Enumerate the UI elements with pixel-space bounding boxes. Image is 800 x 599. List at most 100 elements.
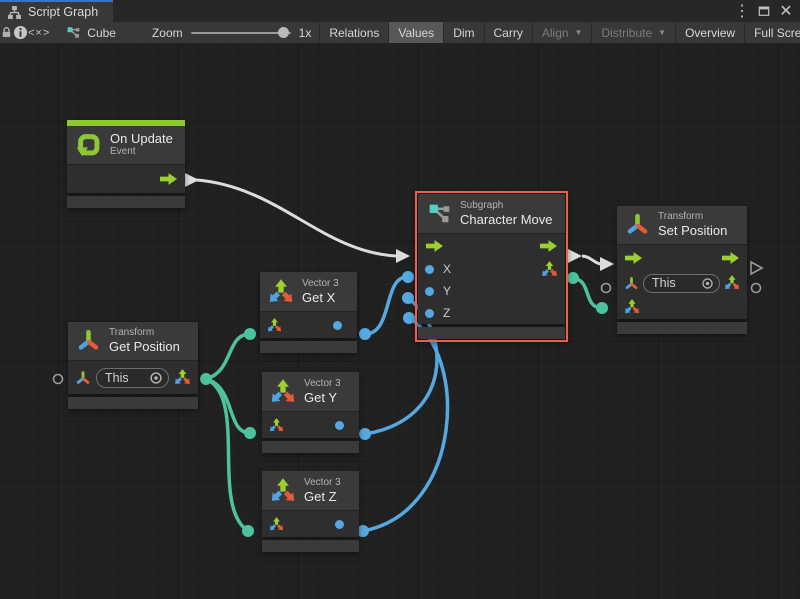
- node-title: On Update: [110, 131, 173, 146]
- node-subtitle: Vector 3: [304, 378, 341, 390]
- subgraph-icon: [427, 201, 452, 226]
- wire-arrowhead: [396, 249, 410, 263]
- value-input-port-y[interactable]: [425, 287, 434, 296]
- graph-hierarchy-icon: [7, 5, 22, 20]
- value-input-port-x[interactable]: [425, 265, 434, 274]
- transform-icon: [625, 212, 650, 237]
- node-title: Set Position: [658, 223, 727, 238]
- unconnected-port-getposition-this[interactable]: [54, 375, 63, 384]
- node-on-update[interactable]: On Update Event: [67, 120, 185, 208]
- vector3-output-port-icon[interactable]: [541, 261, 558, 278]
- target-picker-icon: [701, 277, 714, 290]
- zoom-label: Zoom: [152, 26, 183, 40]
- wire-arrowhead: [185, 173, 199, 187]
- wire-getx-to-x[interactable]: [365, 277, 407, 334]
- graph-canvas[interactable]: On Update Event Tr: [0, 44, 800, 599]
- info-icon[interactable]: [13, 22, 28, 43]
- wire-charactermove-to-setposition[interactable]: [582, 256, 601, 264]
- vector3-icon: [268, 279, 294, 305]
- unconnected-port-setposition-this[interactable]: [602, 284, 611, 293]
- node-subtitle: Transform: [658, 211, 727, 223]
- wire-arrowhead: [600, 257, 614, 271]
- wire-getposition-to-getx[interactable]: [206, 334, 250, 379]
- tab-bar: Script Graph ⋮ ✕: [0, 0, 800, 22]
- vector3-output-port-icon[interactable]: [174, 369, 191, 386]
- value-output-port[interactable]: [335, 421, 344, 430]
- value-input-port-z[interactable]: [425, 309, 434, 318]
- flow-output-port[interactable]: [539, 239, 558, 253]
- node-title: Get Y: [304, 390, 341, 405]
- wire-onupdate-to-charactermove[interactable]: [196, 180, 396, 256]
- flow-output-port[interactable]: [721, 251, 740, 265]
- vector3-input-port-icon[interactable]: [269, 418, 284, 433]
- node-footer: [67, 196, 185, 208]
- chevron-down-icon: ▼: [575, 28, 583, 37]
- transform-input-port-icon[interactable]: [624, 276, 639, 291]
- node-footer: [262, 441, 359, 453]
- distribute-dropdown[interactable]: Distribute▼: [591, 22, 675, 43]
- fullscreen-button[interactable]: Full Screen: [744, 22, 800, 43]
- node-footer: [617, 322, 747, 334]
- dim-button[interactable]: Dim: [443, 22, 483, 43]
- vector3-icon: [270, 478, 296, 504]
- window-menu-button[interactable]: ⋮: [733, 2, 751, 20]
- this-target-field[interactable]: This: [643, 274, 720, 293]
- target-picker-icon: [149, 371, 163, 385]
- vector3-output-port-icon[interactable]: [724, 275, 740, 291]
- vector3-icon: [270, 379, 296, 405]
- graph-target-name[interactable]: Cube: [87, 22, 116, 43]
- unconnected-port-setposition-value[interactable]: [752, 284, 761, 293]
- port-label-y: Y: [443, 284, 451, 298]
- transform-icon: [76, 328, 101, 353]
- node-get-y[interactable]: Vector 3 Get Y: [262, 372, 359, 453]
- vector3-input-port-icon[interactable]: [267, 318, 282, 333]
- code-view-icon[interactable]: <×>: [28, 22, 50, 43]
- node-subtitle: Vector 3: [304, 477, 341, 489]
- node-title: Get X: [302, 290, 339, 305]
- values-button[interactable]: Values: [388, 22, 443, 43]
- flow-input-port[interactable]: [624, 251, 643, 265]
- on-update-event-icon: [75, 131, 102, 158]
- zoom-value: 1x: [299, 26, 312, 40]
- value-output-port[interactable]: [333, 321, 342, 330]
- vector3-input-port-icon[interactable]: [624, 299, 640, 315]
- zoom-slider-handle[interactable]: [278, 27, 289, 38]
- tab-script-graph[interactable]: Script Graph: [0, 0, 113, 22]
- carry-button[interactable]: Carry: [484, 22, 532, 43]
- node-get-x[interactable]: Vector 3 Get X: [260, 272, 357, 353]
- relations-button[interactable]: Relations: [319, 22, 388, 43]
- node-character-move[interactable]: Subgraph Character Move X: [418, 194, 565, 339]
- node-subtitle: Event: [110, 146, 173, 158]
- node-footer: [260, 341, 357, 353]
- flow-output-port[interactable]: [159, 172, 178, 186]
- wire-charactermove-to-setposition-value[interactable]: [573, 278, 601, 308]
- tabbar-spacer: [113, 0, 733, 22]
- node-title: Get Position: [109, 339, 180, 354]
- transform-input-port-icon[interactable]: [75, 370, 91, 386]
- wire-getz-to-z[interactable]: [363, 318, 447, 531]
- node-get-position[interactable]: Transform Get Position This: [68, 322, 198, 409]
- overview-button[interactable]: Overview: [675, 22, 744, 43]
- unconnected-flow-port-setposition-out[interactable]: [751, 262, 762, 274]
- script-graph-window: Script Graph ⋮ ✕ <×>: [0, 0, 800, 599]
- node-footer: [68, 397, 198, 409]
- graph-target-icon: [50, 22, 87, 43]
- graph-toolbar: <×> Cube Zoom 1x Relations Values Dim Ca…: [0, 22, 800, 44]
- vector3-input-port-icon[interactable]: [269, 517, 284, 532]
- port-label-x: X: [443, 262, 451, 276]
- tab-title: Script Graph: [28, 5, 98, 19]
- node-set-position[interactable]: Transform Set Position: [617, 206, 747, 334]
- window-maximize-button[interactable]: [755, 2, 773, 20]
- align-dropdown[interactable]: Align▼: [532, 22, 592, 43]
- value-output-port[interactable]: [335, 520, 344, 529]
- zoom-slider[interactable]: [191, 32, 291, 34]
- this-target-field[interactable]: This: [96, 368, 169, 388]
- node-get-z[interactable]: Vector 3 Get Z: [262, 471, 359, 552]
- lock-icon[interactable]: [0, 22, 13, 43]
- chevron-down-icon: ▼: [658, 28, 666, 37]
- flow-input-port[interactable]: [425, 239, 444, 253]
- window-close-button[interactable]: ✕: [777, 2, 795, 20]
- node-subtitle: Transform: [109, 327, 180, 339]
- node-title: Get Z: [304, 489, 341, 504]
- node-footer: [262, 540, 359, 552]
